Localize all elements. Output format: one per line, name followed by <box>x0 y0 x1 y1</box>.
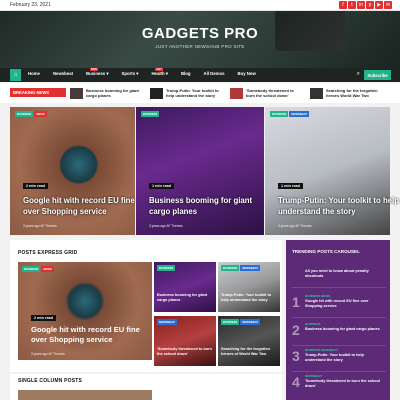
post-image <box>18 262 152 360</box>
post-title[interactable]: Business booming for giant cargo planes <box>149 195 274 217</box>
carousel-item[interactable]: All you need to know about penalty shoot… <box>292 266 386 288</box>
rank-number: 1 <box>292 294 300 310</box>
rank-number: 2 <box>292 322 300 338</box>
ticker-thumbnail <box>310 87 323 99</box>
carousel-item[interactable]: 1 BUSINESS NEWS Google hit with record E… <box>292 292 386 318</box>
post-meta: 3 years ago AF Themes <box>31 352 65 356</box>
search-icon[interactable]: ⌕ <box>357 71 360 78</box>
site-header: GADGETS PRO JUST ANOTHER NEWSHUB PRO SIT… <box>0 11 400 68</box>
ticker-item[interactable]: Business booming for giant cargo planes <box>70 86 148 100</box>
post-title[interactable]: Google hit with record EU fine over Shop… <box>305 299 385 309</box>
ticker-item[interactable]: 'Somebody threatened to burn the school … <box>230 86 300 100</box>
rank-number: 3 <box>292 348 300 364</box>
nav-item-business[interactable]: Business ▾ NEW <box>86 68 108 77</box>
trending-posts-carousel: TRENDING POSTS CAROUSEL All you need to … <box>286 240 390 400</box>
single-column-posts: SINGLE COLUMN POSTS <box>10 374 282 400</box>
nav-item-sports[interactable]: Sports ▾ <box>121 71 138 77</box>
post-title[interactable]: Trump-Putin: Your toolkit to help unders… <box>221 293 277 303</box>
facebook-icon[interactable]: f <box>339 1 347 9</box>
nav-item-buy-now[interactable]: Buy Now <box>238 71 256 77</box>
post-title[interactable]: Google hit with record EU fine over Shop… <box>23 195 148 217</box>
carousel-item[interactable]: 2 BUSINESS Business booming for giant ca… <box>292 320 386 346</box>
section-title: SINGLE COLUMN POSTS <box>18 378 83 384</box>
nav-item-all-demos[interactable]: All Demos <box>203 71 224 77</box>
subscribe-button[interactable]: Subscribe <box>364 70 391 80</box>
top-bar: February 23, 2021 f t in p ▶ ✉ <box>0 0 400 11</box>
youtube-icon[interactable]: ▶ <box>375 1 383 9</box>
section-title: TRENDING POSTS CAROUSEL <box>292 249 360 254</box>
rank-number: 4 <box>292 374 300 390</box>
nav-item-newsbeat[interactable]: Newsbeat <box>53 71 73 77</box>
ticker-thumbnail <box>230 87 243 99</box>
site-tagline: JUST ANOTHER NEWSHUB PRO SITE <box>155 44 245 49</box>
post-meta: 3 years ago AF Themes <box>23 224 57 228</box>
ticker-item[interactable]: Trump-Putin: Your toolkit to help unders… <box>150 86 222 100</box>
post-title[interactable]: Business booming for giant cargo planes <box>305 327 385 332</box>
post-title[interactable]: Searching for the forgotten heroes of Wo… <box>221 347 277 357</box>
post-title[interactable]: 'Somebody threatened to burn the school … <box>305 379 385 389</box>
mail-icon[interactable]: ✉ <box>384 1 392 9</box>
site-title[interactable]: GADGETS PRO <box>0 25 400 42</box>
hero-post[interactable]: BUSINESS 1 min read Business booming for… <box>136 107 264 235</box>
grid-small-post[interactable]: NEWSBEAT 'Somebody threatened to burn th… <box>154 316 216 366</box>
post-category[interactable]: BUSINESS <box>305 322 320 326</box>
post-image[interactable] <box>18 390 152 400</box>
post-title[interactable]: Google hit with record EU fine over Shop… <box>31 325 146 345</box>
read-time: 1 min read <box>149 183 174 189</box>
carousel-item[interactable]: 4 NEWSBEAT 'Somebody threatened to burn … <box>292 372 386 398</box>
post-title[interactable]: Trump-Putin: Your toolkit to help unders… <box>278 195 400 217</box>
social-links: f t in p ▶ ✉ <box>339 1 392 9</box>
post-meta: 3 years ago AF Themes <box>149 224 183 228</box>
nav-item-home[interactable]: Home <box>28 71 40 77</box>
read-time: 2 min read <box>31 315 56 321</box>
grid-small-post[interactable]: BUSINESS NEWSBEAT Trump-Putin: Your toolk… <box>218 262 280 312</box>
hero-post[interactable]: BUSINESS NEWSBEAT 1 min read Trump-Putin:… <box>265 107 399 235</box>
home-icon[interactable]: ⌂ <box>10 69 21 81</box>
new-badge: NEW <box>90 68 98 71</box>
hero-post[interactable]: BUSINESS NEWS 2 min read Google hit with … <box>10 107 135 235</box>
current-date: February 23, 2021 <box>10 2 51 8</box>
main-navigation: ⌂ Home Newsbeat Business ▾ NEW Sports ▾ H… <box>0 68 400 82</box>
grid-small-post[interactable]: BUSINESS NEWSBEAT Searching for the forgo… <box>218 316 280 366</box>
nav-item-blog[interactable]: Blog <box>181 71 191 77</box>
grid-main-post[interactable]: BUSINESS NEWS 2 min read Google hit with … <box>18 262 152 360</box>
read-time: 2 min read <box>23 183 48 189</box>
nav-item-health[interactable]: Health ▾ HOT <box>151 68 168 77</box>
grid-small-post[interactable]: BUSINESS Business booming for giant carg… <box>154 262 216 312</box>
post-title[interactable]: Business booming for giant cargo planes <box>157 293 213 303</box>
ticker-thumbnail <box>70 87 83 99</box>
pinterest-icon[interactable]: p <box>366 1 374 9</box>
linkedin-icon[interactable]: in <box>357 1 365 9</box>
posts-express-grid: POSTS EXPRESS GRID BUSINESS NEWS 2 min re… <box>10 240 282 372</box>
post-title[interactable]: Trump-Putin: Your toolkit to help unders… <box>305 353 385 363</box>
post-category[interactable]: BUSINESS NEWS <box>305 294 330 298</box>
post-title[interactable]: All you need to know about penalty shoot… <box>305 269 385 279</box>
breaking-news-ticker: BREAKING NEWS Business booming for giant… <box>0 83 400 103</box>
read-time: 1 min read <box>278 183 303 189</box>
post-category[interactable]: BUSINESS NEWSBEAT <box>305 348 338 352</box>
post-meta: 3 years ago AF Themes <box>278 224 312 228</box>
breaking-news-label: BREAKING NEWS <box>10 88 66 97</box>
hot-badge: HOT <box>155 68 163 71</box>
post-title[interactable]: 'Somebody threatened to burn the school … <box>157 347 213 357</box>
section-title: POSTS EXPRESS GRID <box>18 250 78 256</box>
carousel-item[interactable]: 3 BUSINESS NEWSBEAT Trump-Putin: Your to… <box>292 346 386 372</box>
ticker-item[interactable]: Searching for the forgotten heroes World… <box>310 86 386 100</box>
twitter-icon[interactable]: t <box>348 1 356 9</box>
ticker-thumbnail <box>150 87 163 99</box>
post-category[interactable]: NEWSBEAT <box>305 374 322 378</box>
